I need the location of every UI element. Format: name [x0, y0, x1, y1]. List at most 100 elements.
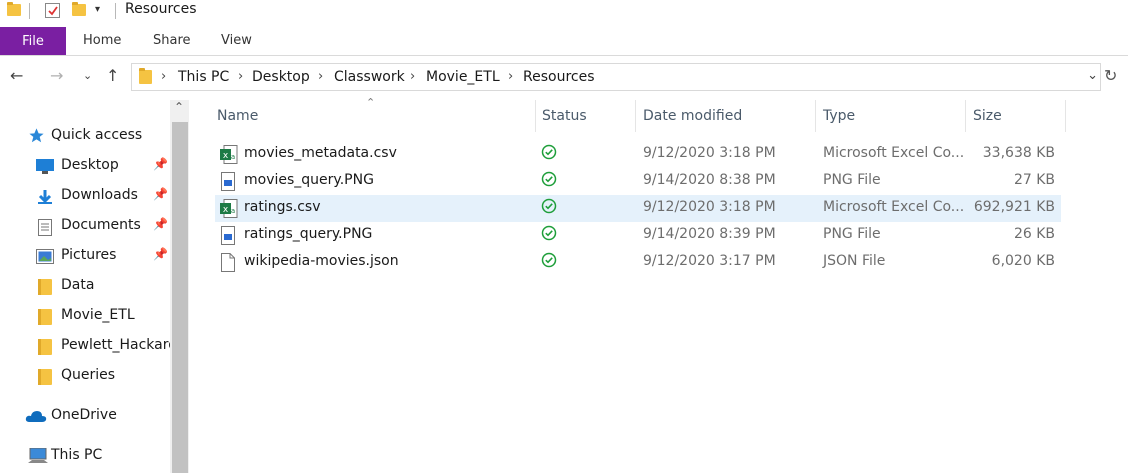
- file-name: ratings_query.PNG: [244, 226, 373, 242]
- column-header-type[interactable]: Type: [816, 100, 965, 132]
- navigation-bar: ← → ⌄ ↑ › This PC › Desktop › Classwork …: [0, 62, 1128, 94]
- file-date: 9/12/2020 3:18 PM: [643, 199, 776, 215]
- pin-icon[interactable]: 📌: [153, 157, 168, 171]
- chevron-right-icon[interactable]: ›: [410, 69, 415, 84]
- file-type: PNG File: [823, 226, 881, 242]
- table-row[interactable]: xa movies_metadata.csv 9/12/2020 3:18 PM…: [215, 141, 1061, 168]
- sidebar-item-quick-access[interactable]: Quick access: [0, 123, 170, 149]
- excel-csv-icon: xa: [220, 199, 238, 222]
- customize-quick-access-icon[interactable]: ▾: [95, 4, 100, 15]
- column-header-status[interactable]: Status: [536, 100, 635, 132]
- file-name: movies_metadata.csv: [244, 145, 397, 161]
- tab-file[interactable]: File: [0, 27, 66, 55]
- sidebar-item-label: This PC: [51, 447, 103, 463]
- tab-view[interactable]: View: [221, 33, 252, 48]
- folder-icon: [38, 279, 52, 299]
- sync-ok-icon: [541, 225, 557, 245]
- file-name: wikipedia-movies.json: [244, 253, 399, 269]
- sidebar-item-label: Movie_ETL: [61, 307, 135, 323]
- desktop-icon: [36, 159, 54, 178]
- pin-icon[interactable]: 📌: [153, 217, 168, 231]
- chevron-right-icon[interactable]: ›: [238, 69, 243, 84]
- chevron-right-icon[interactable]: ›: [161, 69, 166, 84]
- file-type: Microsoft Excel Co...: [823, 199, 965, 215]
- recent-locations-icon[interactable]: ⌄: [83, 69, 92, 82]
- sidebar-item-documents[interactable]: Documents 📌: [0, 213, 170, 239]
- tab-home[interactable]: Home: [83, 33, 121, 48]
- sidebar-item-pictures[interactable]: Pictures 📌: [0, 243, 170, 269]
- file-date: 9/14/2020 8:39 PM: [643, 226, 776, 242]
- cloud-icon: [25, 409, 47, 427]
- breadcrumb-desktop[interactable]: Desktop: [252, 69, 310, 85]
- sidebar-item-data[interactable]: Data: [0, 273, 170, 299]
- sidebar-item-desktop[interactable]: Desktop 📌: [0, 153, 170, 179]
- properties-check-icon[interactable]: [45, 3, 60, 18]
- star-icon: [28, 127, 45, 148]
- column-header-size[interactable]: Size: [966, 100, 1065, 132]
- breadcrumb-movie-etl[interactable]: Movie_ETL: [426, 69, 500, 85]
- file-size: 26 KB: [1013, 226, 1055, 242]
- table-row[interactable]: ratings_query.PNG 9/14/2020 8:39 PM PNG …: [215, 222, 1061, 249]
- scroll-up-icon[interactable]: ⌃: [174, 100, 184, 114]
- sidebar-item-queries[interactable]: Queries: [0, 363, 170, 389]
- pin-icon[interactable]: 📌: [153, 187, 168, 201]
- folder-icon: [7, 2, 21, 16]
- svg-text:x: x: [223, 151, 229, 161]
- breadcrumb-this-pc[interactable]: This PC: [178, 69, 229, 85]
- navigation-pane: Quick access Desktop 📌 Downloads 📌 Docum…: [0, 100, 190, 473]
- table-row-selected[interactable]: xa ratings.csv 9/12/2020 3:18 PM Microso…: [215, 195, 1061, 222]
- table-row[interactable]: movies_query.PNG 9/14/2020 8:38 PM PNG F…: [215, 168, 1061, 195]
- sidebar-item-movie-etl[interactable]: Movie_ETL: [0, 303, 170, 329]
- back-arrow-icon[interactable]: ←: [10, 66, 23, 85]
- folder-icon: [38, 309, 52, 329]
- chevron-down-icon[interactable]: ⌄: [1087, 68, 1098, 83]
- file-type: PNG File: [823, 172, 881, 188]
- file-type: JSON File: [823, 253, 886, 269]
- sidebar-item-this-pc[interactable]: This PC: [0, 443, 170, 469]
- file-size: 33,638 KB: [982, 145, 1055, 161]
- breadcrumb-resources[interactable]: Resources: [523, 69, 595, 85]
- folder-icon: [38, 339, 52, 359]
- column-header-date-modified[interactable]: Date modified: [636, 100, 815, 132]
- file-size: 6,020 KB: [991, 253, 1055, 269]
- sync-ok-icon: [541, 144, 557, 164]
- pictures-icon: [36, 249, 54, 268]
- svg-text:a: a: [231, 153, 235, 161]
- computer-icon: [28, 447, 48, 468]
- new-folder-icon[interactable]: [72, 2, 86, 16]
- tab-share[interactable]: Share: [153, 33, 191, 48]
- column-header-name[interactable]: Name: [210, 100, 535, 132]
- chevron-right-icon[interactable]: ›: [508, 69, 513, 84]
- sync-ok-icon: [541, 171, 557, 191]
- sidebar-item-label: Quick access: [51, 127, 143, 143]
- title-bar: ▾ Resources: [0, 0, 1128, 24]
- pin-icon[interactable]: 📌: [153, 247, 168, 261]
- separator: [29, 3, 30, 19]
- sidebar-item-label: Desktop: [61, 157, 119, 173]
- refresh-icon[interactable]: ↻: [1104, 66, 1117, 85]
- folder-icon: [139, 68, 152, 85]
- sidebar-item-label: Pictures: [61, 247, 117, 263]
- address-bar[interactable]: › This PC › Desktop › Classwork › Movie_…: [131, 63, 1101, 91]
- up-arrow-icon[interactable]: ↑: [106, 66, 119, 85]
- sidebar-item-label: Downloads: [61, 187, 138, 203]
- sidebar-item-label: Data: [61, 277, 95, 293]
- documents-icon: [38, 219, 52, 240]
- sidebar-item-pewlett-hackard[interactable]: Pewlett_Hackard: [0, 333, 177, 359]
- image-file-icon: [220, 226, 236, 249]
- sidebar-item-label: Documents: [61, 217, 141, 233]
- file-date: 9/12/2020 3:17 PM: [643, 253, 776, 269]
- file-type: Microsoft Excel Co...: [823, 145, 965, 161]
- nav-scrollbar-thumb[interactable]: [172, 122, 188, 473]
- column-divider[interactable]: [1065, 100, 1066, 132]
- folder-icon: [38, 369, 52, 389]
- sidebar-item-downloads[interactable]: Downloads 📌: [0, 183, 170, 209]
- table-row[interactable]: wikipedia-movies.json 9/12/2020 3:17 PM …: [215, 249, 1061, 276]
- chevron-right-icon[interactable]: ›: [318, 69, 323, 84]
- breadcrumb-classwork[interactable]: Classwork: [334, 69, 405, 85]
- sidebar-item-label: OneDrive: [51, 407, 117, 423]
- sync-ok-icon: [541, 198, 557, 218]
- sidebar-item-onedrive[interactable]: OneDrive: [0, 403, 170, 429]
- image-file-icon: [220, 172, 236, 195]
- forward-arrow-icon[interactable]: →: [50, 66, 63, 85]
